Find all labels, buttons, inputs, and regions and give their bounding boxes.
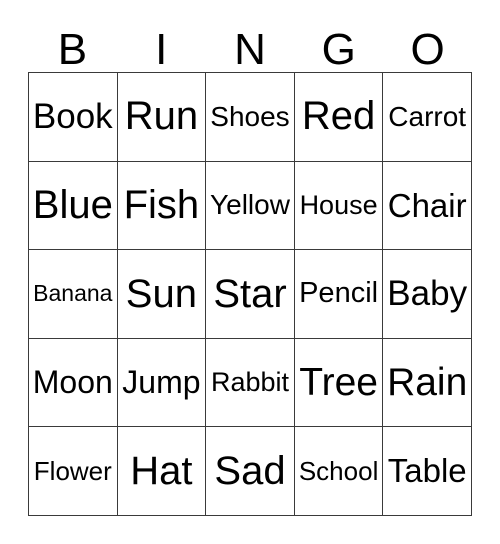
- bingo-cell-n4[interactable]: Rabbit: [206, 338, 295, 428]
- bingo-cell-o2[interactable]: Chair: [383, 161, 472, 251]
- bingo-cell-label: Flower: [33, 455, 112, 486]
- bingo-cell-i2[interactable]: Fish: [117, 161, 207, 251]
- bingo-cell-n1[interactable]: Shoes: [206, 73, 295, 162]
- bingo-header-letter-o: O: [410, 25, 445, 74]
- bingo-cell-b3[interactable]: Banana: [29, 250, 118, 339]
- bingo-cell-b4[interactable]: Moon: [29, 338, 118, 428]
- bingo-cell-o4[interactable]: Rain: [383, 338, 472, 428]
- bingo-cell-g1[interactable]: Red: [294, 73, 384, 162]
- bingo-card: B I N G O Book Run Shoes Red Carrot Blue…: [28, 28, 472, 516]
- bingo-cell-label: Fish: [123, 182, 200, 227]
- bingo-cell-label: Table: [387, 452, 467, 490]
- bingo-cell-label: Rain: [387, 360, 468, 404]
- bingo-header-letter-g: G: [321, 25, 356, 74]
- bingo-cell-g5[interactable]: School: [294, 427, 384, 516]
- bingo-header-row: B I N G O: [28, 28, 472, 72]
- bingo-header-letter-i: I: [155, 25, 168, 74]
- bingo-cell-i3[interactable]: Sun: [117, 250, 207, 339]
- bingo-cell-n3[interactable]: Star: [206, 250, 295, 339]
- bingo-cell-i4[interactable]: Jump: [117, 338, 207, 428]
- bingo-cell-b5[interactable]: Flower: [29, 427, 118, 516]
- bingo-cell-label: Red: [301, 94, 376, 139]
- bingo-cell-label: School: [298, 455, 379, 486]
- bingo-cell-label: Banana: [33, 280, 113, 307]
- bingo-cell-label: Run: [124, 94, 199, 139]
- bingo-cell-b1[interactable]: Book: [29, 73, 118, 162]
- bingo-cell-label: Chair: [387, 186, 467, 224]
- bingo-cell-label: Shoes: [210, 100, 290, 132]
- bingo-cell-g4[interactable]: Tree: [294, 338, 384, 428]
- bingo-cell-label: Yellow: [210, 189, 290, 221]
- bingo-cell-o5[interactable]: Table: [383, 427, 472, 516]
- bingo-cell-label: Star: [213, 271, 287, 316]
- bingo-cell-g3[interactable]: Pencil: [294, 250, 384, 339]
- bingo-cell-b2[interactable]: Blue: [29, 161, 118, 251]
- bingo-cell-label: Rabbit: [210, 366, 290, 397]
- bingo-cell-label: Pencil: [299, 277, 379, 310]
- bingo-cell-label: Book: [32, 96, 113, 136]
- bingo-cell-i5[interactable]: Hat: [117, 427, 207, 516]
- bingo-cell-label: Jump: [122, 364, 201, 401]
- bingo-cell-o3[interactable]: Baby: [383, 250, 472, 339]
- bingo-cell-label: Baby: [387, 274, 468, 314]
- bingo-header-letter-n: N: [234, 25, 266, 74]
- bingo-cell-label: House: [299, 189, 378, 220]
- bingo-header-letter-b: B: [57, 25, 88, 74]
- bingo-cell-label: Blue: [32, 182, 113, 227]
- bingo-cell-n2[interactable]: Yellow: [206, 161, 295, 251]
- bingo-cell-label: Tree: [299, 360, 378, 404]
- bingo-cell-label: Sun: [125, 271, 197, 316]
- bingo-cell-label: Carrot: [388, 100, 467, 132]
- bingo-cell-n5[interactable]: Sad: [206, 427, 295, 516]
- bingo-grid: Book Run Shoes Red Carrot Blue Fish Yell…: [28, 72, 472, 516]
- bingo-cell-label: Hat: [130, 448, 193, 493]
- bingo-cell-g2[interactable]: House: [294, 161, 384, 251]
- bingo-cell-label: Sad: [214, 448, 286, 493]
- bingo-cell-label: Moon: [32, 364, 113, 401]
- bingo-cell-o1[interactable]: Carrot: [383, 73, 472, 162]
- bingo-cell-i1[interactable]: Run: [117, 73, 207, 162]
